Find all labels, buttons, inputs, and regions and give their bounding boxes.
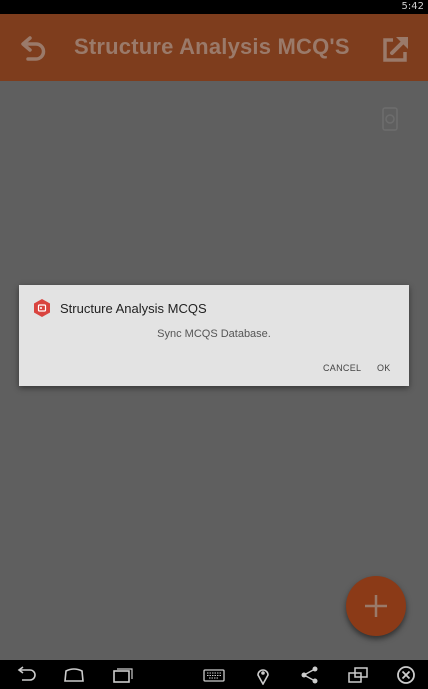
close-icon[interactable] [394, 665, 418, 685]
faint-background-icon [382, 107, 398, 131]
status-time: 5:42 [401, 1, 424, 12]
share-icon[interactable] [298, 665, 322, 685]
dialog-title: Structure Analysis MCQS [60, 301, 207, 316]
sync-dialog: Structure Analysis MCQS Sync MCQS Databa… [19, 285, 409, 386]
cancel-button[interactable]: CANCEL [323, 363, 361, 373]
home-icon[interactable] [62, 665, 86, 685]
app-bar: Structure Analysis MCQ'S [0, 14, 428, 81]
keyboard-icon[interactable] [202, 665, 226, 685]
location-icon[interactable] [251, 665, 275, 685]
recent-apps-icon[interactable] [111, 665, 135, 685]
screen-rotate-icon[interactable] [346, 665, 370, 685]
back-arrow-icon[interactable] [20, 35, 48, 61]
status-bar: 5:42 [0, 0, 428, 14]
open-external-icon[interactable] [381, 34, 411, 64]
back-icon[interactable] [14, 665, 38, 685]
app-icon [34, 299, 50, 317]
ok-button[interactable]: OK [377, 363, 391, 373]
add-button[interactable] [346, 576, 406, 636]
page-title: Structure Analysis MCQ'S [74, 34, 350, 59]
plus-icon [365, 595, 387, 617]
navigation-bar [0, 660, 428, 689]
dialog-message: Sync MCQS Database. [157, 328, 271, 340]
